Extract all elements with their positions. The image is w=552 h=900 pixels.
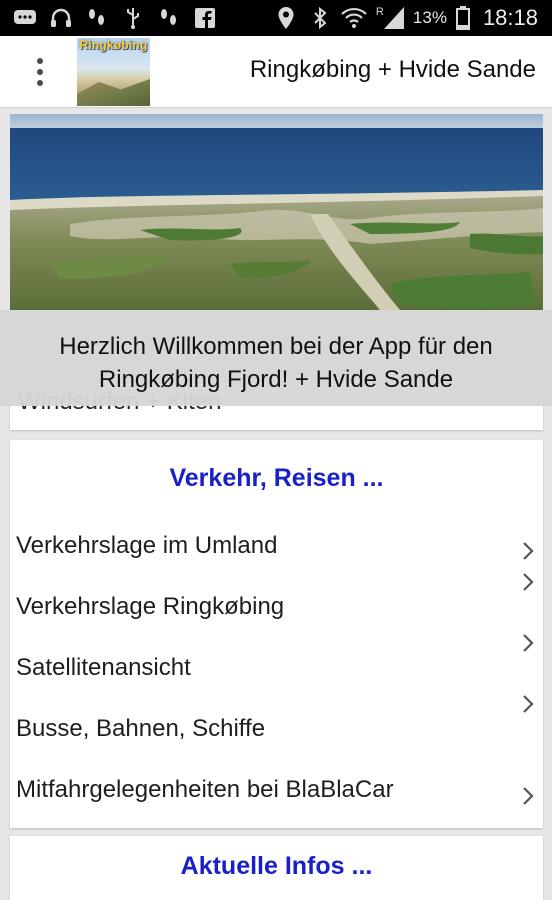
- list-item-verkehrslage-umland[interactable]: Verkehrslage im Umland: [10, 522, 543, 578]
- list-item-label: Verkehrslage im Umland: [16, 532, 278, 559]
- headset-icon: [48, 5, 74, 31]
- section-heading-verkehr: Verkehr, Reisen ...: [169, 464, 384, 492]
- facebook-icon: [192, 5, 218, 31]
- app-bar: Ringkøbing Ringkøbing + Hvide Sande: [0, 36, 552, 108]
- welcome-banner: Herzlich Willkommen bei der App für den …: [0, 310, 552, 406]
- list-item-label: Mitfahrgelegenheiten bei BlaBlaCar: [16, 776, 394, 803]
- logo-text: Ringkøbing: [79, 38, 148, 52]
- banner-image: [10, 114, 543, 310]
- list-item-label: Satellitenansicht: [16, 654, 191, 681]
- list-item-verkehrslage-ringkobing[interactable]: Verkehrslage Ringkøbing: [10, 573, 543, 639]
- list-item-label: Busse, Bahnen, Schiffe: [16, 715, 266, 742]
- system-icons: R 13% 18:18: [273, 5, 552, 31]
- footprints-icon: [84, 5, 110, 31]
- signal-icon: R: [375, 5, 405, 31]
- battery-icon: [455, 5, 471, 31]
- verkehr-section: Verkehr, Reisen ... Verkehrslage im Umla…: [10, 440, 543, 828]
- section-heading-infos: Aktuelle Infos ...: [180, 852, 373, 880]
- overflow-menu-icon[interactable]: [22, 50, 58, 94]
- messenger-icon: [12, 5, 38, 31]
- app-logo[interactable]: Ringkøbing: [77, 38, 150, 106]
- bluetooth-icon: [307, 5, 333, 31]
- chevron-right-icon: [521, 540, 535, 562]
- battery-percent: 13%: [412, 8, 447, 27]
- roaming-indicator: R: [375, 6, 384, 18]
- list-item-label: Verkehrslage Ringkøbing: [16, 593, 285, 620]
- usb-icon: [120, 5, 146, 31]
- status-bar: R 13% 18:18: [0, 0, 552, 36]
- clock: 18:18: [482, 5, 538, 30]
- chevron-right-icon: [521, 693, 535, 715]
- notification-icons: [0, 5, 273, 31]
- list-item-busse-bahnen-schiffe[interactable]: Busse, Bahnen, Schiffe: [10, 695, 543, 761]
- list-item-mitfahrgelegenheiten[interactable]: Mitfahrgelegenheiten bei BlaBlaCar: [10, 766, 543, 822]
- page-title: Ringkøbing + Hvide Sande: [249, 56, 536, 83]
- chevron-right-icon: [521, 632, 535, 654]
- location-icon: [273, 5, 299, 31]
- welcome-text: Herzlich Willkommen bei der App für den …: [59, 333, 493, 393]
- wifi-icon: [341, 5, 367, 31]
- infos-section: Aktuelle Infos ...: [10, 836, 543, 900]
- chevron-right-icon: [521, 785, 535, 807]
- footprints-icon: [156, 5, 182, 31]
- main-content: Windsurfen + Kiten Verkehr, Reisen ... V…: [0, 108, 552, 900]
- list-item-satellitenansicht[interactable]: Satellitenansicht: [10, 634, 543, 700]
- chevron-right-icon: [521, 571, 535, 593]
